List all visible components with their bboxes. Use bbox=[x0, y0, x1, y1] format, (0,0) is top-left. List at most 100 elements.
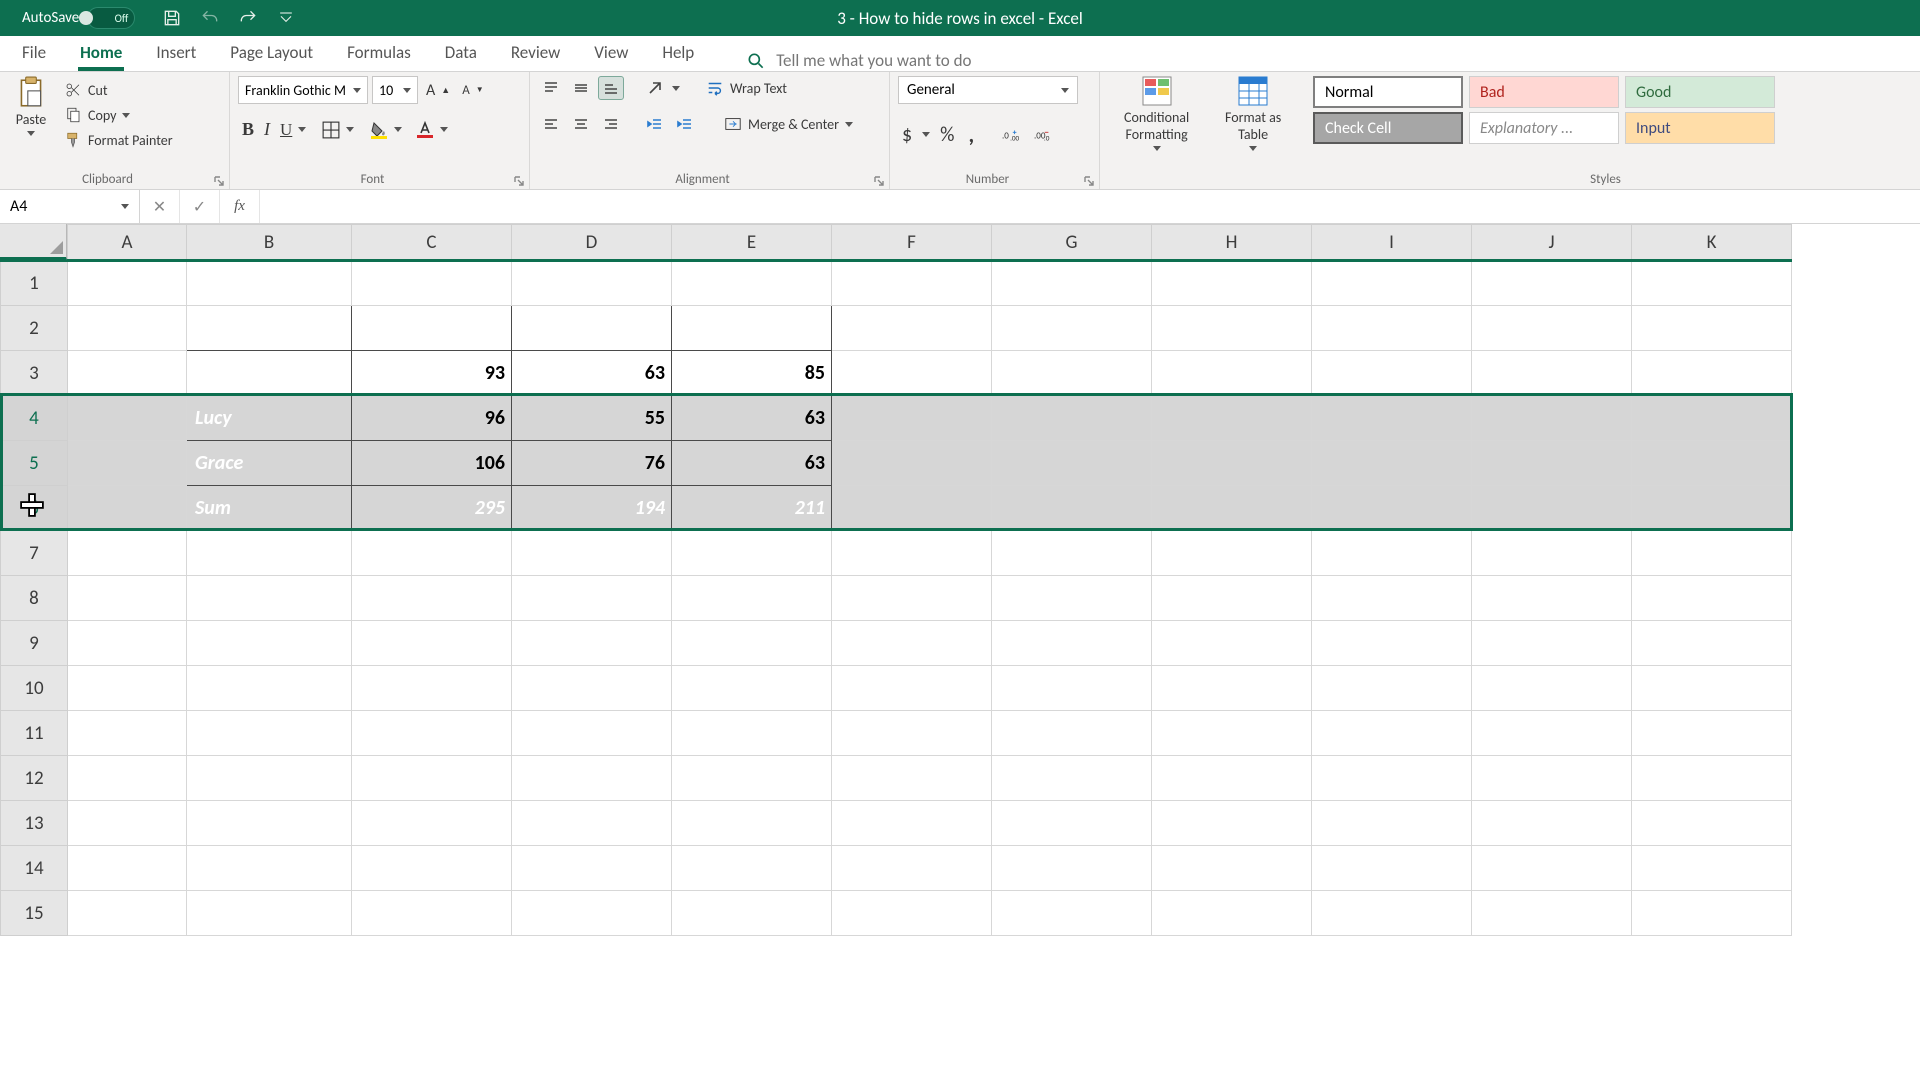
cell[interactable] bbox=[832, 756, 992, 801]
cell[interactable] bbox=[1472, 666, 1632, 711]
row-header[interactable]: 13 bbox=[1, 801, 68, 846]
cell[interactable] bbox=[68, 486, 187, 531]
cell[interactable] bbox=[1472, 846, 1632, 891]
orientation-icon[interactable] bbox=[642, 76, 668, 100]
cell[interactable] bbox=[992, 306, 1152, 351]
align-middle-icon[interactable] bbox=[568, 76, 594, 100]
font-size-combo[interactable]: 10 bbox=[372, 76, 418, 104]
column-header[interactable]: K bbox=[1632, 225, 1792, 261]
cell[interactable] bbox=[187, 261, 352, 306]
cell[interactable]: 63 bbox=[512, 351, 672, 396]
cell[interactable] bbox=[832, 801, 992, 846]
cell[interactable] bbox=[992, 261, 1152, 306]
cell[interactable] bbox=[512, 756, 672, 801]
cell[interactable] bbox=[832, 576, 992, 621]
cell[interactable] bbox=[1152, 396, 1312, 441]
cell[interactable] bbox=[1632, 756, 1792, 801]
cell[interactable] bbox=[1632, 621, 1792, 666]
tab-file[interactable]: File bbox=[20, 34, 48, 71]
cell[interactable] bbox=[187, 711, 352, 756]
cell[interactable] bbox=[992, 666, 1152, 711]
cell[interactable] bbox=[1472, 576, 1632, 621]
cell[interactable] bbox=[352, 756, 512, 801]
cell[interactable] bbox=[68, 666, 187, 711]
cell[interactable] bbox=[832, 441, 992, 486]
decrease-indent-icon[interactable] bbox=[642, 112, 668, 136]
column-header[interactable]: J bbox=[1472, 225, 1632, 261]
cell[interactable] bbox=[1632, 891, 1792, 936]
number-format-combo[interactable]: General bbox=[898, 76, 1078, 104]
underline-button[interactable]: U bbox=[276, 117, 296, 143]
redo-icon[interactable] bbox=[237, 7, 259, 29]
cell[interactable] bbox=[1312, 261, 1472, 306]
cell[interactable] bbox=[68, 306, 187, 351]
cell[interactable] bbox=[672, 261, 832, 306]
cell[interactable] bbox=[672, 711, 832, 756]
cell[interactable] bbox=[352, 666, 512, 711]
row-header[interactable]: 11 bbox=[1, 711, 68, 756]
cell[interactable] bbox=[1152, 666, 1312, 711]
cell[interactable] bbox=[1632, 261, 1792, 306]
cell[interactable] bbox=[512, 621, 672, 666]
cell[interactable] bbox=[187, 801, 352, 846]
tab-review[interactable]: Review bbox=[509, 34, 562, 71]
dialog-launcher-icon[interactable] bbox=[213, 173, 225, 185]
cell[interactable] bbox=[187, 531, 352, 576]
row-header[interactable]: 2 bbox=[1, 306, 68, 351]
cell[interactable] bbox=[1152, 441, 1312, 486]
decrease-decimal-icon[interactable]: .00.0 bbox=[1030, 123, 1056, 147]
increase-font-icon[interactable]: A▲ bbox=[422, 78, 454, 103]
cell[interactable] bbox=[1632, 801, 1792, 846]
cell[interactable] bbox=[992, 351, 1152, 396]
align-left-icon[interactable] bbox=[538, 112, 564, 136]
column-header[interactable]: C bbox=[352, 225, 512, 261]
cell[interactable] bbox=[1312, 531, 1472, 576]
paste-button[interactable]: Paste bbox=[8, 76, 54, 136]
cell[interactable] bbox=[1312, 756, 1472, 801]
cell[interactable] bbox=[68, 351, 187, 396]
italic-button[interactable]: I bbox=[260, 116, 274, 143]
cell[interactable] bbox=[832, 711, 992, 756]
cell-style-good[interactable]: Good bbox=[1625, 76, 1775, 108]
tell-me-search[interactable]: Tell me what you want to do bbox=[746, 50, 971, 71]
dialog-launcher-icon[interactable] bbox=[873, 173, 885, 185]
decrease-font-icon[interactable]: A▼ bbox=[458, 80, 487, 101]
cell[interactable]: March bbox=[672, 306, 832, 351]
cell[interactable] bbox=[187, 891, 352, 936]
chevron-down-icon[interactable] bbox=[922, 132, 930, 137]
chevron-down-icon[interactable] bbox=[298, 127, 306, 132]
cell[interactable] bbox=[1312, 621, 1472, 666]
cell[interactable] bbox=[352, 801, 512, 846]
cell[interactable]: 295 bbox=[352, 486, 512, 531]
column-header[interactable]: G bbox=[992, 225, 1152, 261]
insert-function-icon[interactable]: fx bbox=[220, 190, 260, 223]
column-header[interactable]: H bbox=[1152, 225, 1312, 261]
row-header[interactable]: 12 bbox=[1, 756, 68, 801]
cell[interactable]: John bbox=[187, 351, 352, 396]
cell[interactable] bbox=[68, 396, 187, 441]
cell[interactable] bbox=[1632, 306, 1792, 351]
cell[interactable] bbox=[992, 396, 1152, 441]
cell[interactable] bbox=[832, 306, 992, 351]
cell[interactable] bbox=[1152, 261, 1312, 306]
cell[interactable] bbox=[352, 261, 512, 306]
cell[interactable] bbox=[992, 486, 1152, 531]
cell[interactable] bbox=[68, 801, 187, 846]
formula-input[interactable] bbox=[260, 190, 1920, 223]
cell[interactable] bbox=[832, 621, 992, 666]
cell[interactable] bbox=[1152, 711, 1312, 756]
cell[interactable] bbox=[1152, 351, 1312, 396]
cell[interactable]: 85 bbox=[672, 351, 832, 396]
cell[interactable] bbox=[1312, 306, 1472, 351]
cell[interactable] bbox=[512, 576, 672, 621]
cell-style-check-cell[interactable]: Check Cell bbox=[1313, 112, 1463, 144]
cell[interactable] bbox=[992, 531, 1152, 576]
cell[interactable] bbox=[672, 801, 832, 846]
cell[interactable] bbox=[68, 261, 187, 306]
cell[interactable] bbox=[832, 396, 992, 441]
row-header[interactable]: 3 bbox=[1, 351, 68, 396]
cell-style-bad[interactable]: Bad bbox=[1469, 76, 1619, 108]
cell[interactable] bbox=[68, 531, 187, 576]
cell-style-explanatory[interactable]: Explanatory ... bbox=[1469, 112, 1619, 144]
cell[interactable] bbox=[1152, 891, 1312, 936]
